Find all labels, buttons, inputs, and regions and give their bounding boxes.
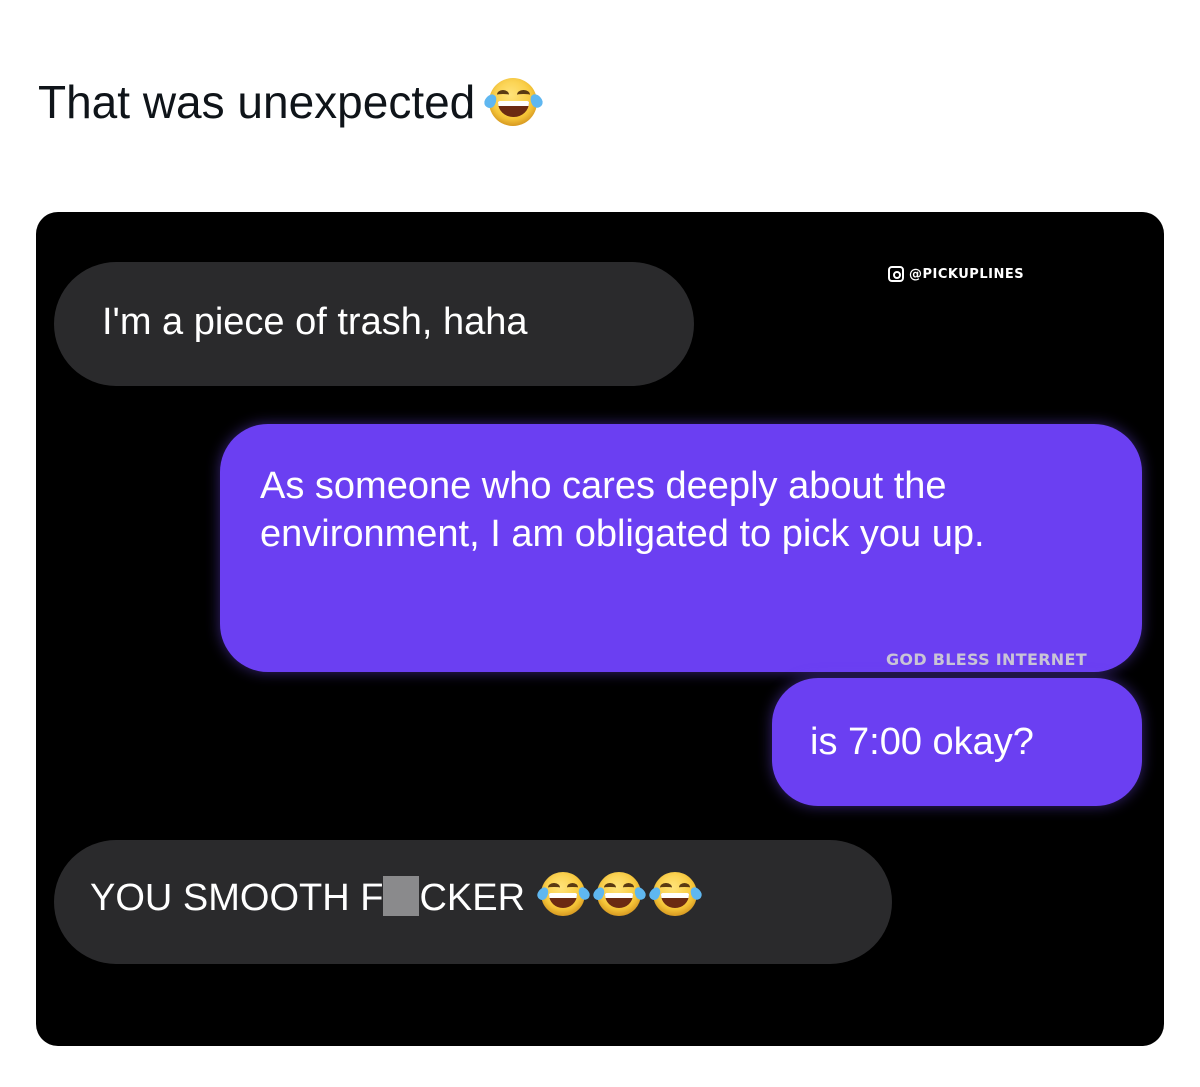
censor-block	[383, 876, 420, 916]
message-bubble-received: YOU SMOOTH F CKER	[54, 840, 892, 964]
caption-text: That was unexpected	[38, 76, 476, 128]
tears-of-joy-icon	[482, 78, 545, 126]
tears-of-joy-icon	[590, 872, 648, 916]
god-bless-internet-watermark: GOD BLESS INTERNET	[886, 650, 1087, 669]
instagram-icon	[888, 266, 904, 282]
post-caption: That was unexpected	[38, 76, 545, 128]
chat-screenshot: @PICKUPLINES I'm a piece of trash, haha …	[36, 212, 1164, 1046]
message-text: I'm a piece of trash, haha	[102, 301, 528, 343]
tears-of-joy-icon	[646, 872, 704, 916]
emoji-row	[534, 872, 704, 916]
message-text: is 7:00 okay?	[810, 721, 1034, 763]
message-text: YOU SMOOTH F CKER	[90, 874, 525, 922]
message-bubble-sent: As someone who cares deeply about the en…	[220, 424, 1142, 672]
tears-of-joy-icon	[534, 872, 592, 916]
message-text-after: CKER	[419, 877, 526, 919]
instagram-watermark: @PICKUPLINES	[888, 266, 1024, 282]
watermark-handle: @PICKUPLINES	[909, 266, 1025, 282]
message-text: As someone who cares deeply about the en…	[260, 465, 985, 556]
message-bubble-received: I'm a piece of trash, haha	[54, 262, 694, 386]
message-bubble-sent: is 7:00 okay?	[772, 678, 1142, 806]
message-text-before: YOU SMOOTH F	[90, 877, 384, 919]
